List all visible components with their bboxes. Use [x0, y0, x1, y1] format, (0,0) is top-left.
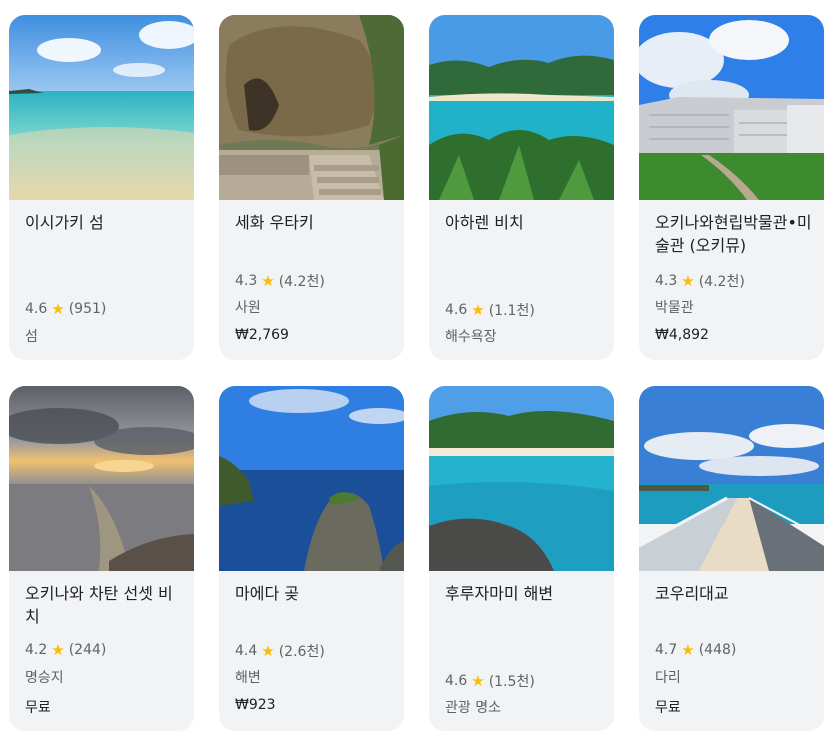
place-rating: 4.6 ★ (951): [25, 300, 106, 318]
star-icon: ★: [51, 300, 65, 318]
review-count: (448): [698, 642, 737, 658]
place-photo: [9, 386, 194, 571]
place-category: 해수욕장: [445, 329, 497, 345]
place-photo: [639, 15, 824, 200]
place-category: 박물관: [655, 300, 694, 316]
place-photo: [219, 386, 404, 571]
place-rating: 4.3 ★ (4.2천): [235, 271, 325, 291]
review-count: (4.2천): [698, 274, 745, 290]
place-rating: 4.6 ★ (1.1천): [445, 300, 535, 320]
star-icon: ★: [471, 301, 485, 319]
place-title: 아하렌 비치: [445, 213, 524, 232]
place-rating: 4.6 ★ (1.5천): [445, 671, 535, 691]
star-icon: ★: [261, 272, 275, 290]
place-rating: 4.4 ★ (2.6천): [235, 641, 325, 661]
rating-score: 4.6: [445, 673, 468, 689]
place-card-chatan-sunset-beach[interactable]: 오키나와 차탄 선셋 비치 4.2 ★ (244) 명승지 무료: [9, 386, 194, 731]
review-count: (2.6천): [278, 644, 325, 660]
rating-score: 4.3: [655, 273, 678, 289]
star-icon: ★: [681, 641, 695, 659]
place-category: 섬: [25, 329, 38, 345]
place-title: 세화 우타키: [235, 213, 314, 232]
rating-score: 4.3: [235, 273, 258, 289]
star-icon: ★: [681, 272, 695, 290]
star-icon: ★: [261, 642, 275, 660]
rating-score: 4.4: [235, 643, 258, 659]
place-rating: 4.3 ★ (4.2천): [655, 271, 745, 291]
place-card-maeda-cape[interactable]: 마에다 곶 4.4 ★ (2.6천) 해변 ₩923: [219, 386, 404, 731]
place-card-okimu[interactable]: 오키나와현립박물관•미술관 (오키뮤) 4.3 ★ (4.2천) 박물관 ₩4,…: [639, 15, 824, 360]
rating-score: 4.6: [25, 301, 48, 317]
place-photo: [219, 15, 404, 200]
review-count: (4.2천): [278, 274, 325, 290]
place-price: 무료: [25, 700, 51, 716]
place-title: 오키나와현립박물관•미술관 (오키뮤): [655, 213, 812, 255]
place-price: 무료: [655, 700, 681, 716]
rating-score: 4.2: [25, 642, 48, 658]
rating-score: 4.7: [655, 642, 678, 658]
place-card-furuzamami-beach[interactable]: 후루자마미 해변 4.6 ★ (1.5천) 관광 명소: [429, 386, 614, 731]
place-title: 코우리대교: [655, 584, 729, 603]
review-count: (1.5천): [488, 674, 535, 690]
star-icon: ★: [471, 672, 485, 690]
place-title: 이시가키 섬: [25, 213, 104, 232]
place-title: 후루자마미 해변: [445, 584, 554, 603]
review-count: (951): [68, 301, 107, 317]
place-card-seifa-utaki[interactable]: 세화 우타키 4.3 ★ (4.2천) 사원 ₩2,769: [219, 15, 404, 360]
place-card-kouri-bridge[interactable]: 코우리대교 4.7 ★ (448) 다리 무료: [639, 386, 824, 731]
place-title: 마에다 곶: [235, 584, 299, 603]
place-price: ₩2,769: [235, 327, 289, 343]
place-photo: [429, 15, 614, 200]
place-category: 해변: [235, 670, 261, 686]
place-photo: [639, 386, 824, 571]
place-photo: [9, 15, 194, 200]
rating-score: 4.6: [445, 302, 468, 318]
place-card-aharen-beach[interactable]: 아하렌 비치 4.6 ★ (1.1천) 해수욕장: [429, 15, 614, 360]
place-category: 사원: [235, 300, 261, 316]
place-category: 다리: [655, 670, 681, 686]
place-rating: 4.2 ★ (244): [25, 641, 106, 659]
review-count: (244): [68, 642, 107, 658]
place-category: 명승지: [25, 670, 64, 686]
place-price: ₩923: [235, 697, 276, 713]
place-photo: [429, 386, 614, 571]
review-count: (1.1천): [488, 303, 535, 319]
place-category: 관광 명소: [445, 700, 501, 716]
place-title: 오키나와 차탄 선셋 비치: [25, 584, 173, 626]
place-price: ₩4,892: [655, 327, 709, 343]
place-card-ishigaki[interactable]: 이시가키 섬 4.6 ★ (951) 섬: [9, 15, 194, 360]
place-rating: 4.7 ★ (448): [655, 641, 736, 659]
star-icon: ★: [51, 641, 65, 659]
